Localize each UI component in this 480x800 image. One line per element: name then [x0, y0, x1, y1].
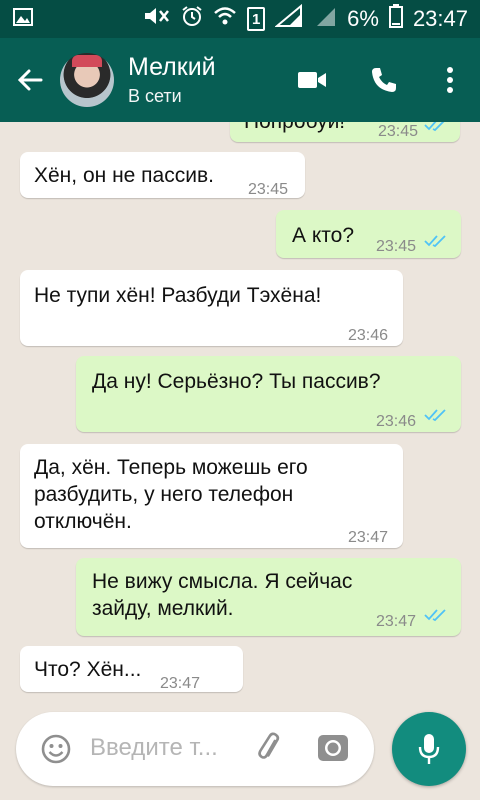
camera-icon: [318, 735, 348, 761]
phone-call-button[interactable]: [348, 38, 420, 122]
read-ticks-icon: [424, 235, 446, 248]
more-options-icon: [447, 67, 453, 93]
message-line: отключён.: [34, 510, 132, 533]
image-icon: [12, 6, 34, 33]
message-time: 23:47: [376, 613, 417, 630]
message-text: Попробуй!: [244, 122, 345, 135]
signal-icon: [274, 3, 305, 34]
message-outgoing[interactable]: Попробуй! 23:45: [230, 122, 460, 142]
read-ticks-icon: [424, 609, 446, 622]
message-text: Да ну! Серьёзно? Ты пассив?: [92, 370, 381, 393]
video-call-button[interactable]: [276, 38, 348, 122]
message-incoming[interactable]: Не тупи хён! Разбуди Тэхёна! 23:46: [20, 270, 403, 346]
back-button[interactable]: [0, 38, 60, 122]
mic-icon: [418, 734, 440, 764]
message-time: 23:47: [160, 675, 201, 692]
message-list[interactable]: Попробуй! 23:45 Хён, он не пассив. 23:45…: [0, 122, 480, 702]
message-time: 23:45: [378, 123, 419, 140]
message-outgoing[interactable]: Не вижу смысла. Я сейчас зайду, мелкий. …: [76, 558, 461, 636]
attach-button[interactable]: [254, 732, 286, 769]
message-text: А кто?: [292, 224, 355, 247]
mute-icon: [143, 5, 171, 33]
attach-icon: [258, 732, 280, 759]
battery-percent: 6%: [347, 6, 379, 31]
message-time: 23:47: [348, 529, 389, 546]
message-line: Не вижу смысла. Я сейчас: [92, 570, 353, 593]
camera-button[interactable]: [316, 732, 350, 769]
message-line: зайду, мелкий.: [92, 597, 234, 620]
contact-status: В сети: [128, 86, 182, 106]
emoji-icon: [41, 734, 71, 764]
message-incoming[interactable]: Хён, он не пассив. 23:45: [20, 152, 305, 198]
message-incoming[interactable]: Что? Хён... 23:47: [20, 646, 243, 692]
message-outgoing[interactable]: А кто? 23:45: [276, 210, 461, 258]
emoji-button[interactable]: [40, 733, 72, 770]
sim-slot-label: 1: [251, 10, 261, 28]
video-call-icon: [298, 72, 326, 88]
message-time: 23:46: [376, 413, 417, 430]
alarm-icon: [181, 5, 203, 33]
chat-header: Мелкий В сети: [0, 38, 480, 122]
avatar[interactable]: [60, 53, 114, 107]
message-text: Не тупи хён! Разбуди Тэхёна!: [34, 284, 322, 307]
status-bar: 1 6% 23:47: [0, 0, 480, 38]
read-ticks-icon: [424, 409, 446, 422]
signal-icon-2: [315, 4, 337, 34]
message-text: Хён, он не пассив.: [34, 164, 214, 187]
clock: 23:47: [412, 6, 468, 31]
message-outgoing[interactable]: Да ну! Серьёзно? Ты пассив? 23:46: [76, 356, 461, 432]
input-placeholder: Введите т...: [90, 734, 218, 761]
more-options-button[interactable]: [420, 38, 480, 122]
message-line: Да, хён. Теперь можешь его: [34, 456, 308, 479]
battery-icon: [388, 4, 403, 34]
message-time: 23:46: [348, 327, 389, 344]
voice-message-button[interactable]: [392, 712, 466, 786]
back-arrow-icon: [17, 69, 43, 91]
contact-name: Мелкий: [128, 53, 216, 81]
sim-icon: 1: [247, 7, 266, 31]
message-time: 23:45: [248, 181, 289, 198]
message-incoming[interactable]: Да, хён. Теперь можешь его разбудить, у …: [20, 444, 403, 548]
message-line: разбудить, у него телефон: [34, 483, 294, 506]
message-input[interactable]: Введите т...: [16, 712, 374, 786]
phone-call-icon: [372, 68, 396, 92]
message-time: 23:45: [376, 238, 417, 255]
contact-info[interactable]: Мелкий В сети: [128, 52, 276, 108]
compose-bar: Введите т...: [0, 702, 480, 800]
wifi-icon: [213, 5, 237, 33]
message-text: Что? Хён...: [34, 658, 142, 681]
read-ticks-icon: [424, 122, 445, 132]
